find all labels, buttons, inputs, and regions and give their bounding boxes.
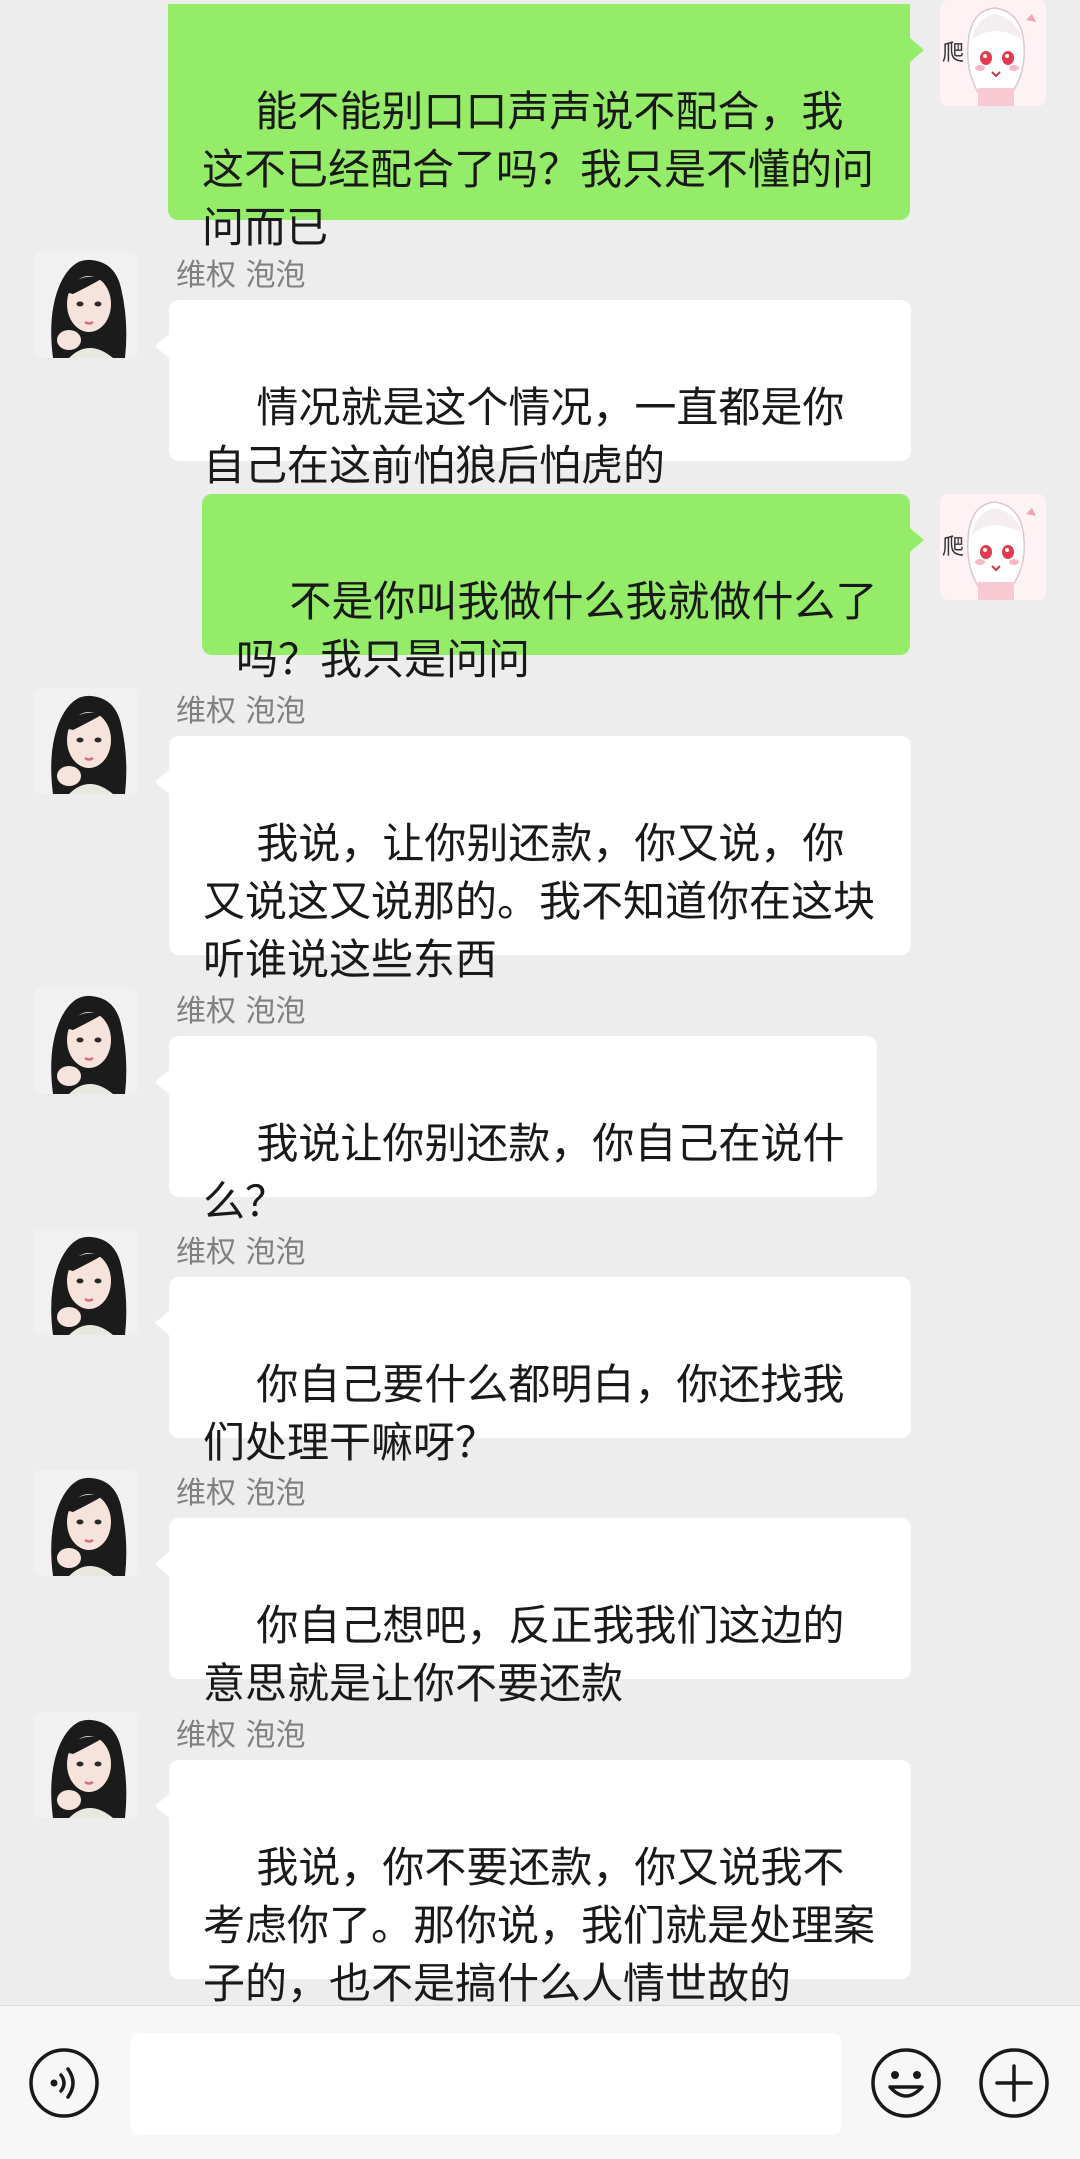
woman-avatar-icon xyxy=(33,1470,139,1576)
sender-name: 维权 泡泡 xyxy=(176,1476,306,1511)
other-avatar[interactable] xyxy=(33,988,139,1094)
incoming-message-bubble[interactable]: 你自己想吧，反正我我们这边的意思就是让你不要还款 xyxy=(155,1518,911,1708)
other-avatar[interactable] xyxy=(33,1229,139,1335)
woman-avatar-icon xyxy=(33,1229,139,1335)
sender-name: 维权 泡泡 xyxy=(176,994,306,1029)
woman-avatar-icon xyxy=(33,688,139,794)
message-text: 你自己要什么都明白，你还找我们处理干嘛呀？ xyxy=(203,1360,845,1467)
incoming-message-bubble[interactable]: 我说，你不要还款，你又说我不考虑你了。那你说，我们就是处理案子的，也不是搞什么人… xyxy=(155,1760,911,2008)
voice-icon xyxy=(29,2048,99,2118)
incoming-message-bubble[interactable]: 我说让你别还款，你自己在说什么？ xyxy=(155,1036,877,1226)
sender-name: 维权 泡泡 xyxy=(176,1235,306,1270)
voice-button[interactable] xyxy=(28,2047,100,2119)
avatar-caption: 爬 xyxy=(942,535,964,560)
anime-girl-avatar-icon: 爬 xyxy=(940,0,1046,106)
message-text: 你自己想吧，反正我我们这边的意思就是让你不要还款 xyxy=(203,1601,845,1708)
outgoing-message-bubble[interactable]: 不是你叫我做什么我就做什么了吗？我只是问问 xyxy=(202,494,924,684)
message-input[interactable] xyxy=(130,2033,842,2135)
plus-button[interactable] xyxy=(978,2047,1050,2119)
emoji-button[interactable] xyxy=(870,2047,942,2119)
message-text: 能不能别口口声声说不配合，我这不已经配合了吗？我只是不懂的问问而已 xyxy=(202,87,875,252)
sender-name: 维权 泡泡 xyxy=(176,1718,306,1753)
other-avatar[interactable] xyxy=(33,688,139,794)
incoming-message-bubble[interactable]: 情况就是这个情况，一直都是你自己在这前怕狼后怕虎的 xyxy=(155,300,911,490)
sender-name: 维权 泡泡 xyxy=(176,694,306,729)
woman-avatar-icon xyxy=(33,988,139,1094)
other-avatar[interactable] xyxy=(33,1712,139,1818)
message-text: 我说，你不要还款，你又说我不考虑你了。那你说，我们就是处理案子的，也不是搞什么人… xyxy=(203,1843,876,2008)
message-text: 我说，让你别还款，你又说，你又说这又说那的。我不知道你在这块听谁说这些东西 xyxy=(203,819,876,984)
sender-name: 维权 泡泡 xyxy=(176,258,306,293)
message-input-bar xyxy=(0,2005,1080,2159)
avatar-caption: 爬 xyxy=(942,41,964,66)
woman-avatar-icon xyxy=(33,1712,139,1818)
incoming-message-bubble[interactable]: 你自己要什么都明白，你还找我们处理干嘛呀？ xyxy=(155,1277,911,1467)
chat-message-list[interactable]: 能不能别口口声声说不配合，我这不已经配合了吗？我只是不懂的问问而已 爬 维权 泡… xyxy=(0,0,1080,2008)
incoming-message-bubble[interactable]: 我说，让你别还款，你又说，你又说这又说那的。我不知道你在这块听谁说这些东西 xyxy=(155,736,911,984)
other-avatar[interactable] xyxy=(33,252,139,358)
woman-avatar-icon xyxy=(33,252,139,358)
message-text: 不是你叫我做什么我就做什么了吗？我只是问问 xyxy=(236,577,878,684)
message-text: 情况就是这个情况，一直都是你自己在这前怕狼后怕虎的 xyxy=(203,383,845,490)
self-avatar[interactable]: 爬 xyxy=(940,0,1046,106)
anime-girl-avatar-icon: 爬 xyxy=(940,494,1046,600)
emoji-icon xyxy=(871,2048,941,2118)
message-text: 我说让你别还款，你自己在说什么？ xyxy=(203,1119,845,1226)
self-avatar[interactable]: 爬 xyxy=(940,494,1046,600)
outgoing-message-bubble[interactable]: 能不能别口口声声说不配合，我这不已经配合了吗？我只是不懂的问问而已 xyxy=(168,4,924,252)
other-avatar[interactable] xyxy=(33,1470,139,1576)
plus-icon xyxy=(979,2048,1049,2118)
